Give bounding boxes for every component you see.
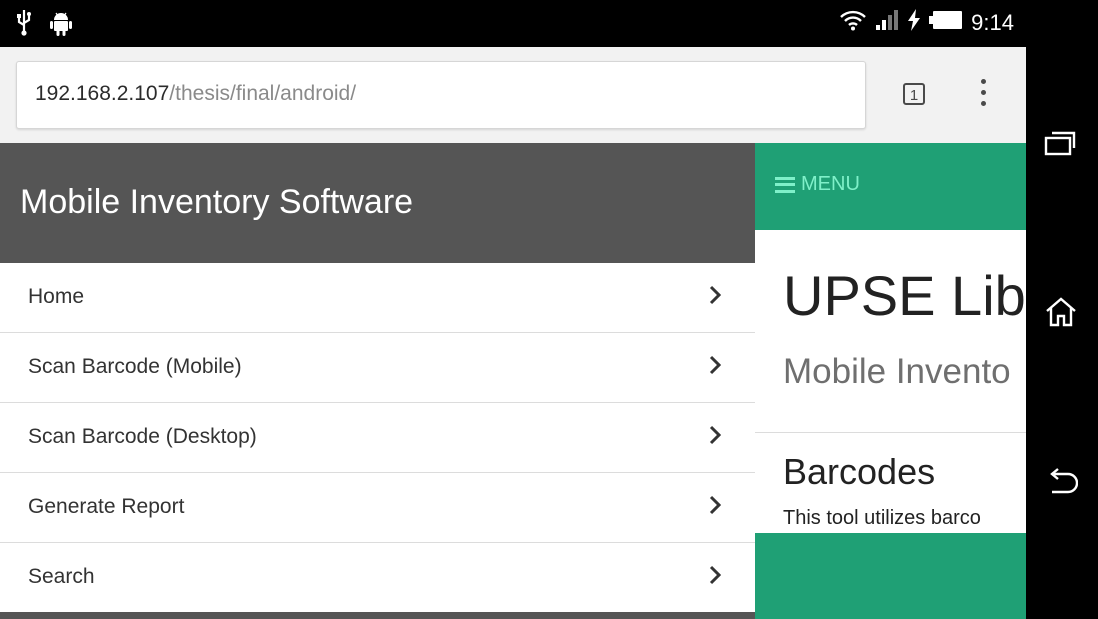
overflow-menu-icon[interactable]	[976, 79, 990, 113]
chevron-right-icon	[709, 355, 722, 375]
nav-item-search[interactable]: Search	[0, 543, 755, 613]
page-subtitle: Mobile Invento	[783, 352, 1011, 391]
url-host: 192.168.2.107	[35, 82, 170, 105]
nav-item-label: Scan Barcode (Mobile)	[28, 355, 242, 378]
side-panel: Mobile Inventory Software Home Scan Barc…	[0, 143, 755, 619]
nav-item-scan-desktop[interactable]: Scan Barcode (Desktop)	[0, 403, 755, 473]
menu-button[interactable]: MENU	[775, 173, 860, 196]
nav-item-label: Home	[28, 285, 85, 308]
url-text: 192.168.2.107/thesis/final/android/	[35, 82, 356, 106]
menu-label: MENU	[801, 173, 860, 195]
nav-item-home[interactable]: Home	[0, 263, 755, 333]
nav-item-label: Search	[28, 565, 95, 588]
side-panel-bottom-edge	[0, 612, 755, 619]
chevron-right-icon	[709, 495, 722, 515]
side-panel-header: Mobile Inventory Software	[0, 143, 755, 263]
page-footer-band	[755, 533, 1026, 619]
page-title: UPSE Lib	[783, 264, 1026, 327]
tab-switcher-button[interactable]: 1	[903, 83, 925, 105]
wifi-icon	[839, 9, 867, 37]
url-path: /thesis/final/android/	[169, 82, 357, 105]
nav-item-generate-report[interactable]: Generate Report	[0, 473, 755, 543]
content-divider	[755, 432, 1026, 433]
android-icon	[50, 10, 72, 41]
nav-item-label: Scan Barcode (Desktop)	[28, 425, 257, 448]
status-bar: 9:14	[0, 0, 1026, 47]
section-text: This tool utilizes barco	[783, 507, 981, 529]
page-menu-bar: MENU	[755, 143, 1026, 230]
side-panel-title: Mobile Inventory Software	[20, 183, 414, 221]
chevron-right-icon	[709, 565, 722, 585]
url-bar[interactable]: 192.168.2.107/thesis/final/android/	[16, 61, 866, 129]
hamburger-icon	[775, 176, 795, 193]
signal-icon	[875, 9, 899, 37]
chevron-right-icon	[709, 285, 722, 305]
nav-item-label: Generate Report	[28, 495, 185, 518]
device-screen: 9:14 192.168.2.107/thesis/final/android/…	[0, 0, 1026, 619]
section-title: Barcodes	[783, 451, 936, 492]
browser-toolbar: 192.168.2.107/thesis/final/android/ 1	[0, 47, 1026, 143]
nav-item-scan-mobile[interactable]: Scan Barcode (Mobile)	[0, 333, 755, 403]
status-time: 9:14	[971, 10, 1014, 35]
charging-icon	[907, 9, 921, 37]
chevron-right-icon	[709, 425, 722, 445]
android-nav-bar	[1026, 0, 1098, 619]
battery-icon	[929, 10, 963, 36]
page-content: MENU UPSE Lib Mobile Invento Barcodes Th…	[755, 143, 1026, 619]
nav-list: Home Scan Barcode (Mobile) Scan Barcode …	[0, 263, 755, 613]
home-icon[interactable]	[1044, 296, 1078, 333]
usb-icon	[16, 10, 32, 41]
back-icon[interactable]	[1044, 468, 1079, 501]
recents-icon[interactable]	[1044, 130, 1076, 161]
